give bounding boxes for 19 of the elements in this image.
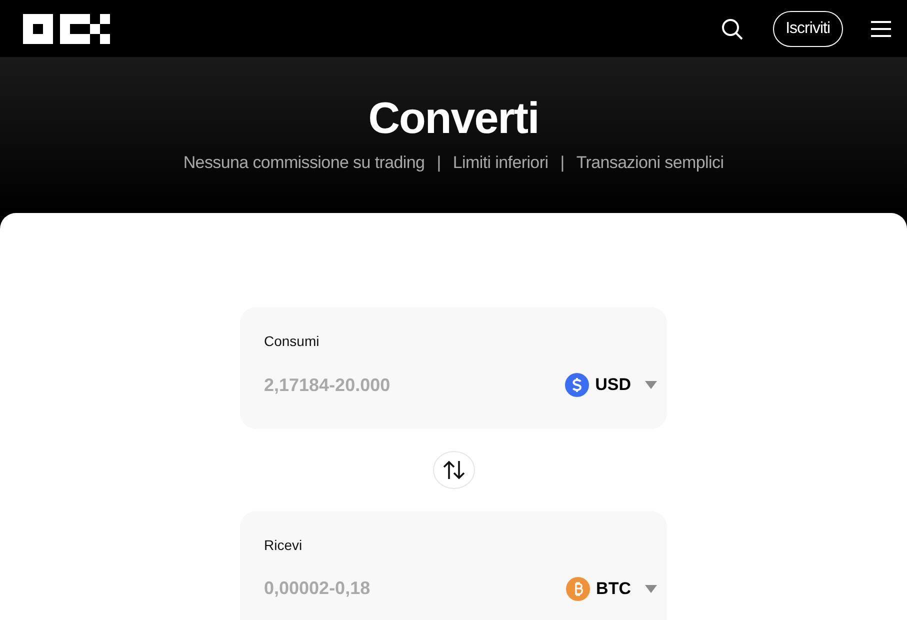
swap-icon [442, 459, 466, 481]
caret-icon [645, 381, 657, 389]
feature-text: Transazioni semplici [576, 153, 724, 173]
search-icon[interactable] [720, 18, 743, 40]
field-label: Consumi [264, 333, 320, 349]
currency-selector[interactable]: BTC [566, 576, 657, 601]
feature-text: Nessuna commissione su trading [183, 153, 425, 173]
feature-text: Limiti inferiori [452, 153, 548, 173]
field-label: Ricevi [264, 536, 302, 553]
menu-icon[interactable] [871, 20, 891, 38]
caret-icon [645, 584, 657, 593]
amount-field[interactable]: 0,00002-0,18 [264, 578, 566, 600]
swap-button[interactable] [432, 451, 474, 489]
page-title: Converti [368, 93, 539, 145]
currency-selector[interactable]: USD [565, 373, 657, 397]
signup-button[interactable]: Iscriviti [772, 10, 843, 46]
separator: | [560, 153, 564, 173]
separator: | [436, 153, 441, 173]
amount-field[interactable]: 2,17184-20.000 [264, 374, 566, 396]
